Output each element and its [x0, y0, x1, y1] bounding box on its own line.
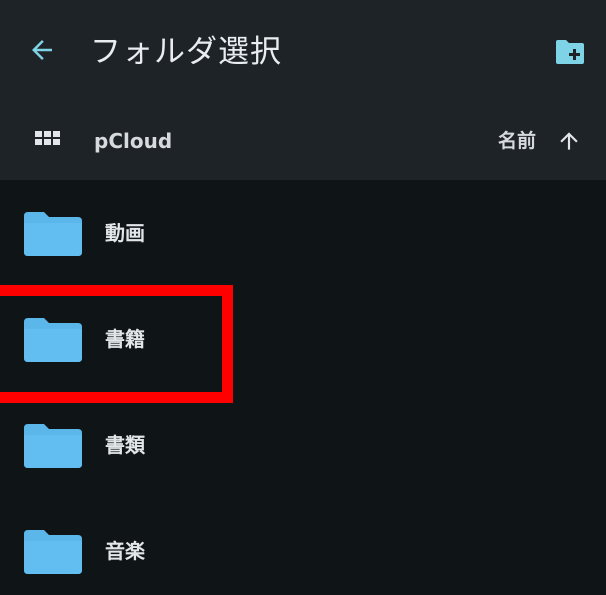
list-item-folder[interactable]: 動画: [0, 180, 606, 286]
folder-icon: [24, 530, 82, 574]
header-row: フォルダ選択: [0, 0, 606, 104]
list-item-folder[interactable]: 書籍: [0, 286, 606, 392]
back-button[interactable]: [22, 30, 62, 70]
folder-name: 動画: [105, 221, 145, 245]
current-location[interactable]: pCloud: [94, 126, 172, 156]
grid-view-icon: [35, 131, 60, 145]
folder-name: 書籍: [105, 327, 145, 351]
folder-picker-screen: フォルダ選択 pCloud 名前 動画 書籍 書類 音楽: [0, 0, 606, 595]
folder-name: 音楽: [105, 539, 145, 563]
folder-icon: [24, 318, 82, 362]
sort-toolbar: pCloud 名前: [0, 104, 606, 180]
top-app-bar: フォルダ選択 pCloud 名前: [0, 0, 606, 180]
sort-direction-button[interactable]: [552, 124, 586, 158]
list-item-folder[interactable]: 音楽: [0, 498, 606, 595]
folder-list: 動画 書籍 書類 音楽: [0, 180, 606, 595]
arrow-left-icon: [32, 40, 52, 60]
list-item-folder[interactable]: 書類: [0, 392, 606, 498]
folder-plus-icon: [556, 40, 584, 64]
folder-name: 書類: [105, 433, 145, 457]
folder-icon: [24, 212, 82, 256]
view-toggle-button[interactable]: [30, 124, 66, 160]
folder-icon: [24, 424, 82, 468]
new-folder-button[interactable]: [550, 32, 590, 72]
page-title: フォルダ選択: [90, 34, 282, 70]
sort-by-label[interactable]: 名前: [498, 126, 536, 156]
arrow-up-icon: [560, 132, 578, 150]
